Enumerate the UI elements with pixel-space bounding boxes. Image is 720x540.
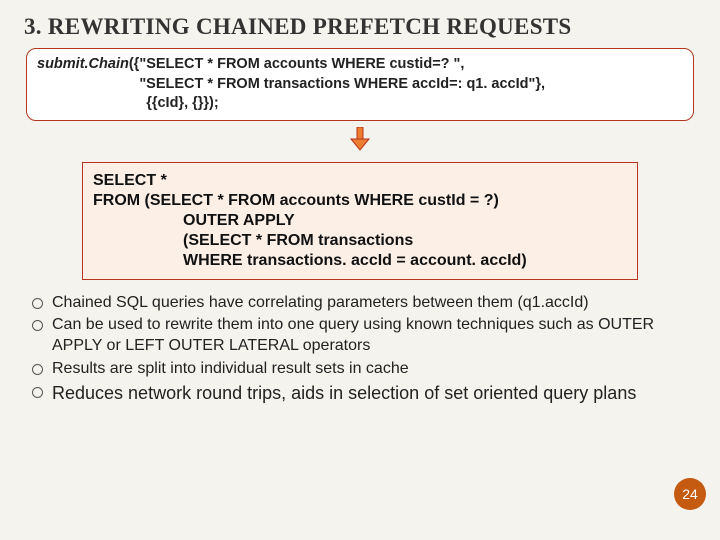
code1-line3: {{cId}, {}}); (146, 95, 219, 111)
bullet-item: Can be used to rewrite them into one que… (28, 314, 698, 358)
source-code-box: submit.Chain({"SELECT * FROM accounts WH… (26, 48, 694, 121)
bullet-item: Results are split into individual result… (28, 358, 698, 381)
sql-line-3: OUTER APPLY (93, 211, 627, 231)
slide-title: 3. REWRITING CHAINED PREFETCH REQUESTS (22, 10, 698, 46)
slide-number-badge: 24 (674, 478, 706, 510)
sql-line-2: FROM (SELECT * FROM accounts WHERE custI… (93, 191, 627, 211)
bullet-item: Chained SQL queries have correlating par… (28, 292, 698, 315)
sql-line-1: SELECT * (93, 171, 627, 191)
sql-line-5: WHERE transactions. accId = account. acc… (93, 251, 627, 271)
arrow-down-icon (350, 127, 370, 151)
bullet-item: Reduces network round trips, aids in sel… (28, 381, 698, 406)
fn-name: submit.Chain (37, 56, 129, 72)
code1-line2: "SELECT * FROM transactions WHERE accId=… (139, 76, 545, 92)
arrow-down (22, 121, 698, 158)
rewritten-sql-box: SELECT * FROM (SELECT * FROM accounts WH… (82, 162, 638, 280)
code1-line1: ({"SELECT * FROM accounts WHERE custid=?… (129, 56, 465, 72)
bullet-list: Chained SQL queries have correlating par… (22, 290, 698, 407)
sql-line-4: (SELECT * FROM transactions (93, 231, 627, 251)
